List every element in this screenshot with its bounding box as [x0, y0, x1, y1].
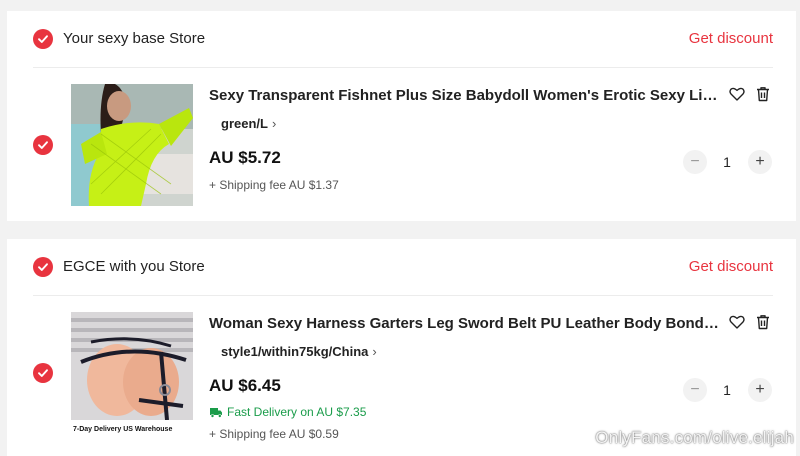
sku-selector[interactable]: green/L ›: [221, 116, 276, 131]
delivery-truck-icon: [210, 408, 222, 418]
checkmark-icon: [38, 141, 48, 149]
store-card: Your sexy base Store Get discount Sexy T…: [7, 11, 796, 221]
checkmark-icon: [38, 35, 48, 43]
get-discount-link[interactable]: Get discount: [689, 30, 773, 47]
product-price: AU $6.45: [209, 376, 281, 395]
product-photo-fishnet-babydoll: [71, 84, 193, 206]
heart-icon: [729, 87, 745, 101]
trash-icon: [757, 87, 769, 102]
sku-label: style1/within75kg/China: [221, 344, 369, 359]
quantity-decrease-button[interactable]: −: [683, 150, 707, 174]
store-name[interactable]: Your sexy base Store: [63, 30, 205, 47]
image-badge: 7-Day Delivery US Warehouse: [73, 426, 173, 433]
watermark: OnlyFans.com/olive.elijah: [595, 428, 794, 447]
fast-delivery-label: Fast Delivery on AU $7.35: [227, 405, 367, 419]
item-select-checkbox[interactable]: [33, 135, 53, 155]
delete-button[interactable]: [754, 85, 772, 103]
shipping-fee: + Shipping fee AU $0.59: [209, 427, 339, 441]
quantity-value: 1: [723, 154, 731, 170]
chevron-right-icon: ›: [271, 116, 277, 131]
get-discount-link[interactable]: Get discount: [689, 258, 773, 275]
store-header: EGCE with you Store Get discount: [7, 239, 796, 295]
shipping-fee: + Shipping fee AU $1.37: [209, 178, 339, 192]
store-card: EGCE with you Store Get discount 7-Day D…: [7, 239, 796, 456]
product-title[interactable]: Sexy Transparent Fishnet Plus Size Babyd…: [209, 87, 719, 104]
store-select-checkbox[interactable]: [33, 29, 53, 49]
sku-selector[interactable]: style1/within75kg/China ›: [221, 344, 377, 359]
wishlist-button[interactable]: [728, 85, 746, 103]
checkmark-icon: [38, 263, 48, 271]
product-price: AU $5.72: [209, 148, 281, 167]
quantity-value: 1: [723, 382, 731, 398]
product-image[interactable]: 7-Day Delivery US Warehouse: [71, 312, 193, 434]
sku-label: green/L: [221, 116, 268, 131]
quantity-increase-button[interactable]: +: [748, 378, 772, 402]
item-select-checkbox[interactable]: [33, 363, 53, 383]
quantity-decrease-button[interactable]: −: [683, 378, 707, 402]
fast-delivery-note: Fast Delivery on AU $7.35: [209, 405, 366, 419]
divider: [33, 67, 773, 68]
divider: [33, 295, 773, 296]
heart-icon: [729, 315, 745, 329]
product-title[interactable]: Woman Sexy Harness Garters Leg Sword Bel…: [209, 315, 719, 332]
product-image[interactable]: [71, 84, 193, 206]
store-select-checkbox[interactable]: [33, 257, 53, 277]
store-header: Your sexy base Store Get discount: [7, 11, 796, 67]
checkmark-icon: [38, 369, 48, 377]
trash-icon: [757, 315, 769, 330]
product-photo-harness-garter: [71, 312, 193, 434]
store-name[interactable]: EGCE with you Store: [63, 258, 205, 275]
wishlist-button[interactable]: [728, 313, 746, 331]
chevron-right-icon: ›: [372, 344, 377, 359]
quantity-increase-button[interactable]: +: [748, 150, 772, 174]
delete-button[interactable]: [754, 313, 772, 331]
